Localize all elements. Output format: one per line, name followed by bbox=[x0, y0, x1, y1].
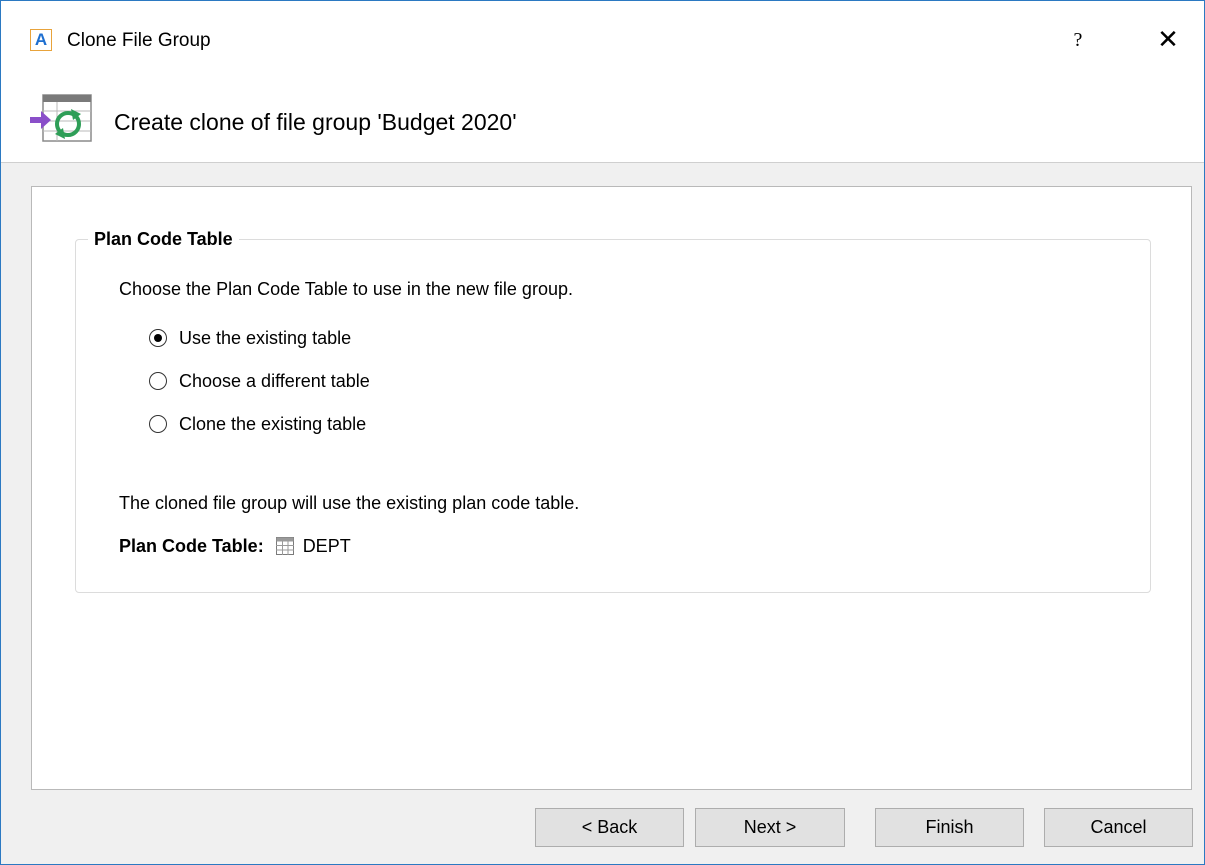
clone-file-group-icon bbox=[30, 94, 92, 142]
plan-code-table-row: Plan Code Table: DEPT bbox=[119, 535, 351, 557]
table-grid-icon bbox=[275, 537, 294, 555]
group-legend: Plan Code Table bbox=[88, 228, 239, 250]
next-button[interactable]: Next > bbox=[695, 808, 845, 847]
plan-code-table-value: DEPT bbox=[302, 536, 351, 556]
radio-label: Use the existing table bbox=[179, 328, 352, 348]
dialog-window: A Clone File Group ? ✕ Create clone of f… bbox=[0, 0, 1205, 865]
radio-choose-different-table[interactable]: Choose a different table bbox=[149, 370, 370, 392]
radio-label: Clone the existing table bbox=[179, 414, 367, 434]
wizard-header: Create clone of file group 'Budget 2020' bbox=[1, 81, 1204, 163]
plan-code-table-label: Plan Code Table: bbox=[119, 536, 264, 556]
radio-button[interactable] bbox=[149, 372, 167, 390]
selection-description: The cloned file group will use the exist… bbox=[119, 493, 580, 513]
window-title: Clone File Group bbox=[67, 30, 211, 51]
content-panel: Plan Code Table Choose the Plan Code Tab… bbox=[31, 186, 1192, 790]
radio-label: Choose a different table bbox=[179, 371, 370, 391]
plan-code-table-group: Plan Code Table Choose the Plan Code Tab… bbox=[75, 228, 1151, 593]
wizard-header-title: Create clone of file group 'Budget 2020' bbox=[114, 109, 517, 135]
help-button[interactable]: ? bbox=[1063, 23, 1093, 57]
instruction-text: Choose the Plan Code Table to use in the… bbox=[119, 279, 573, 299]
finish-button[interactable]: Finish bbox=[875, 808, 1024, 847]
radio-use-existing-table[interactable]: Use the existing table bbox=[149, 327, 351, 349]
radio-button[interactable] bbox=[149, 415, 167, 433]
cancel-button[interactable]: Cancel bbox=[1044, 808, 1193, 847]
app-icon: A bbox=[30, 29, 52, 51]
title-bar[interactable]: A Clone File Group ? ✕ bbox=[1, 1, 1204, 81]
back-button[interactable]: < Back bbox=[535, 808, 684, 847]
close-button[interactable]: ✕ bbox=[1151, 23, 1185, 57]
radio-clone-existing-table[interactable]: Clone the existing table bbox=[149, 413, 366, 435]
radio-button-checked[interactable] bbox=[149, 329, 167, 347]
